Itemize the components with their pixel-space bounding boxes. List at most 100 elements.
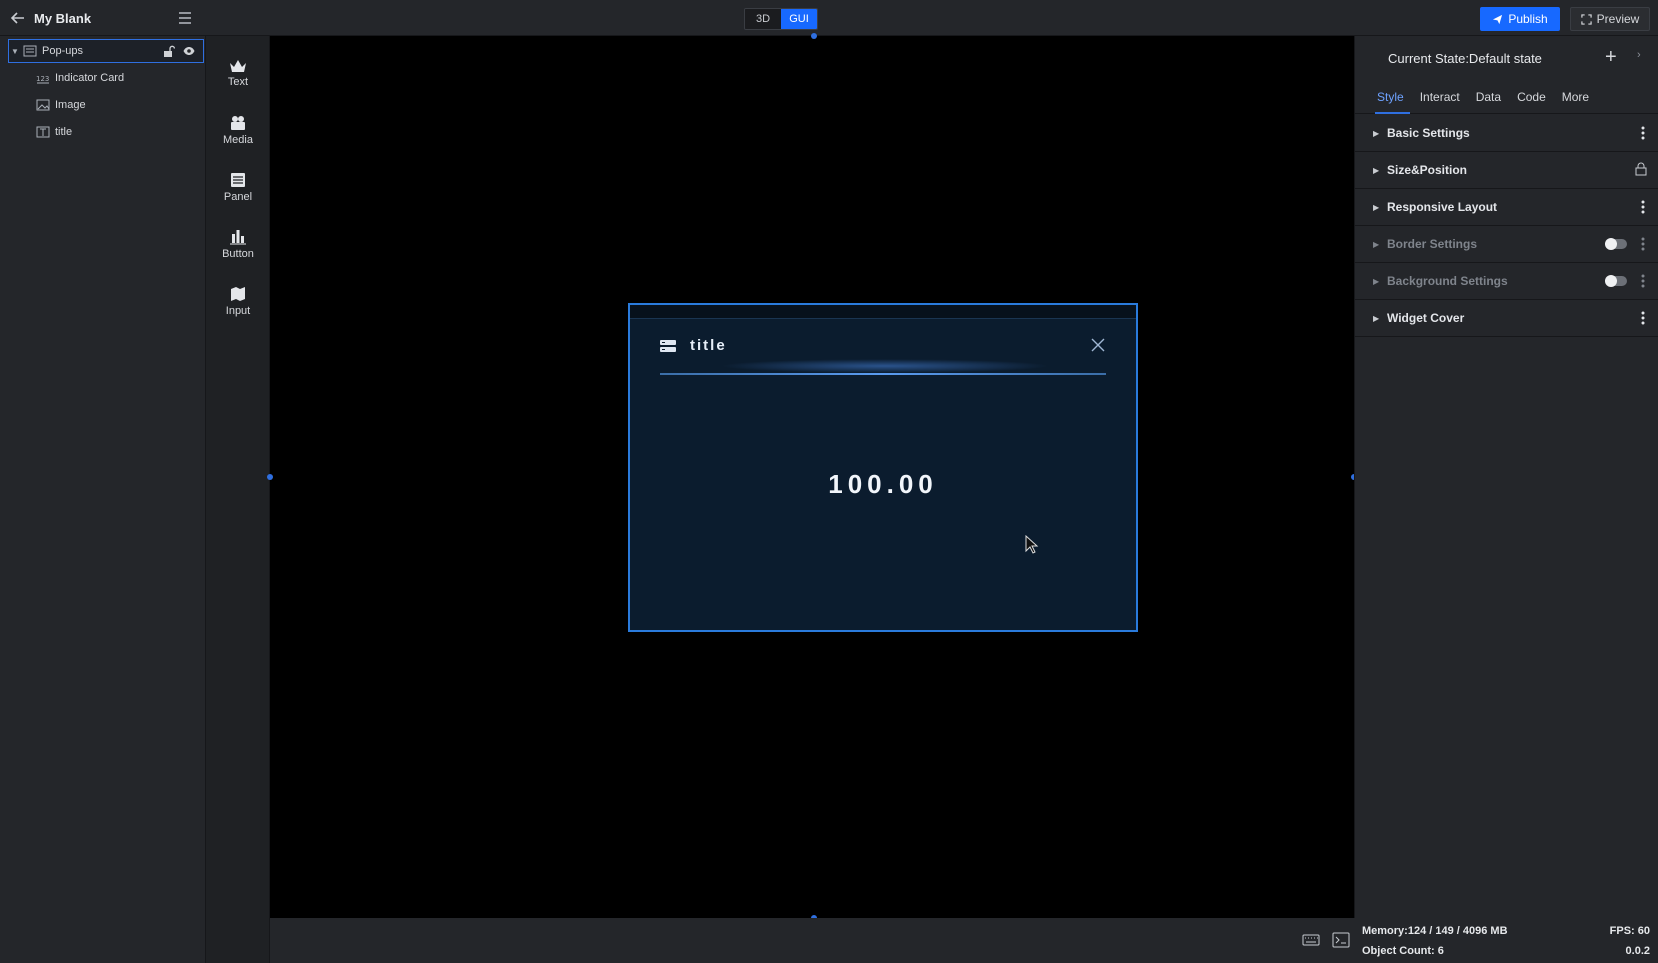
image-layer-icon bbox=[36, 99, 50, 111]
caret-right-icon: ▶ bbox=[1373, 239, 1380, 249]
keyboard-icon[interactable] bbox=[1302, 932, 1320, 948]
caret-right-icon: ▶ bbox=[1373, 165, 1380, 175]
state-bar: Current State:Default state + › bbox=[1355, 36, 1658, 80]
more-vertical-icon[interactable] bbox=[1641, 311, 1645, 325]
memory-readout: Memory:124 / 149 / 4096 MB bbox=[1362, 925, 1508, 937]
widget-label: Text bbox=[227, 75, 249, 88]
more-vertical-icon[interactable] bbox=[1641, 126, 1645, 140]
preview-label: Preview bbox=[1596, 12, 1640, 26]
eye-icon[interactable] bbox=[183, 45, 195, 57]
input-widget-icon bbox=[231, 286, 245, 301]
current-state-label: Current State:Default state bbox=[1388, 51, 1542, 66]
layer-label: Pop-ups bbox=[42, 45, 83, 57]
layer-item-image[interactable]: Image bbox=[34, 93, 204, 117]
widget-label: Input bbox=[225, 304, 251, 317]
section-label: Background Settings bbox=[1387, 274, 1508, 288]
publish-label: Publish bbox=[1508, 12, 1548, 26]
mode-switch: 3D GUI bbox=[744, 8, 818, 30]
lock-icon[interactable] bbox=[1635, 162, 1647, 176]
widget-button[interactable]: Button bbox=[206, 219, 270, 269]
section-background-settings[interactable]: ▶ Background Settings bbox=[1355, 263, 1658, 300]
indicator-value: 100.00 bbox=[828, 469, 938, 499]
section-responsive-layout[interactable]: ▶ Responsive Layout bbox=[1355, 189, 1658, 226]
console-icon[interactable] bbox=[1332, 932, 1350, 948]
text-layer-icon bbox=[36, 126, 50, 138]
more-vertical-icon[interactable] bbox=[1641, 274, 1645, 288]
hamburger-menu-icon[interactable] bbox=[178, 11, 192, 25]
close-icon[interactable] bbox=[1090, 337, 1106, 353]
property-tabs: Style Interact Data Code More bbox=[1355, 80, 1658, 114]
properties-panel: Current State:Default state + › Style In… bbox=[1354, 36, 1658, 918]
section-label: Widget Cover bbox=[1387, 311, 1465, 325]
fullscreen-icon bbox=[1580, 13, 1592, 25]
widget-input[interactable]: Input bbox=[206, 276, 270, 326]
caret-right-icon: ▶ bbox=[1373, 202, 1380, 212]
caret-right-icon: ▶ bbox=[1373, 313, 1380, 323]
svg-text:123: 123 bbox=[36, 75, 49, 83]
unlock-icon[interactable] bbox=[163, 45, 175, 57]
layer-label: title bbox=[55, 126, 73, 138]
resize-handle-top[interactable] bbox=[811, 33, 817, 39]
media-widget-icon bbox=[231, 115, 245, 130]
caret-right-icon: ▶ bbox=[1373, 128, 1380, 138]
more-vertical-icon[interactable] bbox=[1641, 200, 1645, 214]
send-icon bbox=[1493, 14, 1503, 24]
widget-media[interactable]: Media bbox=[206, 105, 270, 155]
section-basic-settings[interactable]: ▶ Basic Settings bbox=[1355, 115, 1658, 152]
section-label: Size&Position bbox=[1387, 163, 1468, 177]
chevron-right-icon[interactable]: › bbox=[1637, 49, 1641, 61]
popup-window[interactable]: title 100.00 bbox=[628, 303, 1138, 632]
add-state-button[interactable]: + bbox=[1605, 46, 1617, 69]
publish-button[interactable]: Publish bbox=[1480, 7, 1560, 31]
layer-item-indicator-card[interactable]: 123 Indicator Card bbox=[34, 66, 204, 90]
layer-panel: ▼ Pop-ups 123 Indicator Card Image title bbox=[0, 36, 206, 963]
tab-data[interactable]: Data bbox=[1468, 80, 1509, 114]
button-widget-icon bbox=[230, 229, 246, 244]
version-label: 0.0.2 bbox=[1625, 945, 1650, 957]
indicator-card-icon: 123 bbox=[36, 75, 49, 84]
section-widget-cover[interactable]: ▶ Widget Cover bbox=[1355, 300, 1658, 337]
widget-text[interactable]: Text bbox=[206, 48, 270, 98]
panel-widget-icon bbox=[231, 172, 245, 187]
tab-code[interactable]: Code bbox=[1509, 80, 1554, 114]
tab-more[interactable]: More bbox=[1554, 80, 1597, 114]
mode-gui-button[interactable]: GUI bbox=[781, 9, 817, 29]
group-layer-icon bbox=[23, 45, 37, 57]
expand-caret-icon[interactable]: ▼ bbox=[11, 47, 21, 56]
tab-style[interactable]: Style bbox=[1369, 80, 1412, 114]
more-vertical-icon[interactable] bbox=[1641, 237, 1645, 251]
popup-header: title bbox=[660, 335, 1106, 375]
object-count-readout: Object Count: 6 bbox=[1362, 945, 1444, 957]
widget-label: Media bbox=[223, 133, 253, 146]
widget-toolbar: Text Media Panel Button Input bbox=[206, 36, 270, 963]
back-arrow-icon[interactable] bbox=[10, 10, 26, 26]
top-bar: My Blank 3D GUI Publish Preview bbox=[0, 0, 1658, 36]
popup-title: title bbox=[690, 337, 727, 354]
widget-panel[interactable]: Panel bbox=[206, 162, 270, 212]
canvas-bottom-bar bbox=[270, 918, 1354, 963]
section-size-position[interactable]: ▶ Size&Position bbox=[1355, 152, 1658, 189]
header-divider bbox=[660, 373, 1106, 375]
tab-interact[interactable]: Interact bbox=[1412, 80, 1468, 114]
text-widget-icon bbox=[230, 59, 246, 72]
popup-top-strip bbox=[630, 305, 1136, 319]
layer-label: Image bbox=[55, 99, 86, 111]
project-title: My Blank bbox=[34, 11, 92, 26]
fps-readout: FPS: 60 bbox=[1609, 925, 1650, 937]
list-icon bbox=[660, 340, 676, 352]
header-glow bbox=[720, 359, 1050, 373]
resize-handle-left[interactable] bbox=[267, 474, 273, 480]
layer-label: Indicator Card bbox=[55, 72, 125, 84]
layer-item-title[interactable]: title bbox=[34, 120, 204, 144]
widget-label: Panel bbox=[223, 190, 253, 203]
border-toggle[interactable] bbox=[1605, 238, 1627, 250]
preview-button[interactable]: Preview bbox=[1570, 7, 1650, 31]
status-bar: Memory:124 / 149 / 4096 MB Object Count:… bbox=[1354, 918, 1658, 963]
mode-3d-button[interactable]: 3D bbox=[745, 9, 781, 29]
section-border-settings[interactable]: ▶ Border Settings bbox=[1355, 226, 1658, 263]
mouse-cursor-icon bbox=[1025, 535, 1039, 554]
background-toggle[interactable] bbox=[1605, 275, 1627, 287]
section-label: Responsive Layout bbox=[1387, 200, 1498, 214]
section-label: Border Settings bbox=[1387, 237, 1478, 251]
layer-item-popups[interactable]: ▼ Pop-ups bbox=[8, 39, 204, 63]
